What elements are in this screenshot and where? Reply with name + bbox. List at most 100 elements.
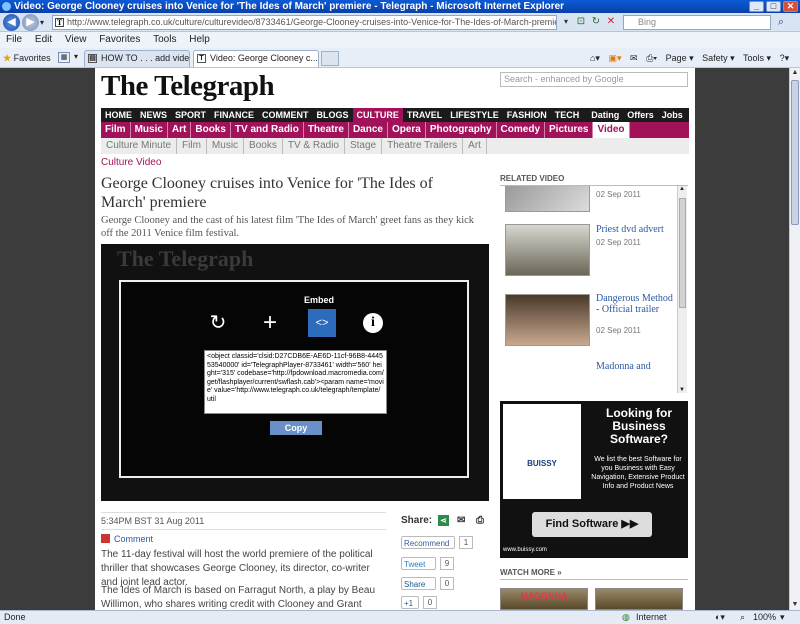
share-icon[interactable]: ⋖ [438,515,449,526]
facebook-recommend-button[interactable]: Recommend [401,536,455,549]
related-title[interactable]: Priest dvd advert [596,224,676,235]
related-scrollbar[interactable]: ▲ ▼ [677,186,687,393]
menu-favorites[interactable]: Favorites [99,32,140,48]
telegraph-logo[interactable]: The Telegraph [101,70,275,103]
subnav-culture-minute[interactable]: Culture Minute [101,138,178,154]
subnav-art[interactable]: Art [463,138,487,154]
add-icon[interactable]: + [255,309,285,337]
browser-search-input[interactable]: Bing [623,15,771,30]
related-title[interactable]: Dangerous Method - Official trailer [596,293,676,315]
linkedin-share-button[interactable]: Share [401,577,436,590]
menu-tools[interactable]: Tools [153,32,176,48]
maximize-button[interactable]: □ [766,1,781,12]
tab-how-to[interactable]: ▤ HOW TO . . . add videos to ... [84,50,190,67]
command-tools[interactable]: Tools ▾ [743,53,771,63]
advertisement[interactable]: BUISSY Looking for Business Software? We… [500,401,688,558]
email-icon[interactable]: ✉ [457,515,465,526]
stop-icon[interactable]: ✕ [605,16,617,28]
home-icon[interactable]: ⌂▾ [590,53,600,63]
info-icon[interactable]: i [363,313,383,333]
secnav-tv-and-radio[interactable]: TV and Radio [231,122,304,138]
forward-button[interactable]: ▶ [22,14,39,31]
help-icon[interactable]: ?▾ [780,53,790,63]
favorites-button[interactable]: ★ Favorites [3,51,51,65]
subnav-music[interactable]: Music [207,138,245,154]
tweet-button[interactable]: Tweet [401,557,436,570]
watch-more-thumbnail[interactable] [595,588,683,610]
secnav-pictures[interactable]: Pictures [545,122,594,138]
scroll-down-icon[interactable]: ▼ [790,600,800,610]
minimize-button[interactable]: _ [749,1,764,12]
comment-link[interactable]: Comment [101,534,153,544]
tab-list-dropdown[interactable]: ▾ [74,52,78,61]
article-kicker[interactable]: Culture Video [101,157,161,168]
compatibility-icon[interactable]: ⊡ [575,16,587,28]
secnav-dance[interactable]: Dance [349,122,388,138]
menu-file[interactable]: File [6,32,22,48]
watch-more-thumbnail[interactable]: MADONNA [500,588,588,610]
secnav-film[interactable]: Film [101,122,131,138]
browser-scrollbar[interactable]: ▲ ▼ [789,68,800,610]
related-title[interactable]: Madonna and [596,361,676,372]
secnav-theatre[interactable]: Theatre [304,122,349,138]
zoom-dropdown[interactable]: ▾ [780,611,785,624]
zoom-icon[interactable]: ⌕ [740,611,745,624]
secnav-art[interactable]: Art [168,122,192,138]
secnav-photography[interactable]: Photography [426,122,497,138]
browser-scroll-thumb[interactable] [791,80,799,225]
command-page[interactable]: Page ▾ [666,53,694,63]
quick-tabs-icon[interactable]: ▦ [58,52,70,63]
secnav-books[interactable]: Books [191,122,231,138]
secnav-video[interactable]: Video [593,122,630,138]
nav-tech[interactable]: TECH [551,108,584,122]
print-icon[interactable]: ⎙ [476,515,484,526]
print-icon[interactable]: ⎙▾ [646,53,657,63]
subnav-books[interactable]: Books [244,138,283,154]
scroll-down-icon[interactable]: ▼ [679,387,685,393]
scroll-up-icon[interactable]: ▲ [790,68,800,78]
new-tab-button[interactable] [321,51,339,66]
subnav-theatre-trailers[interactable]: Theatre Trailers [382,138,464,154]
menu-edit[interactable]: Edit [35,32,52,48]
secnav-opera[interactable]: Opera [388,122,426,138]
subnav-tv-radio[interactable]: TV & Radio [283,138,345,154]
zoom-level[interactable]: 100% [753,611,776,624]
nav-comment[interactable]: COMMENT [258,108,313,122]
menu-help[interactable]: Help [189,32,210,48]
copy-button[interactable]: Copy [270,421,322,435]
feeds-icon[interactable]: ▣▾ [608,53,621,63]
subnav-film[interactable]: Film [177,138,207,154]
nav-dating[interactable]: Dating [587,108,623,122]
nav-offers[interactable]: Offers [623,108,658,122]
related-scroll-thumb[interactable] [679,198,686,308]
replay-icon[interactable]: ↻ [203,309,233,337]
url-field[interactable]: T http://www.telegraph.co.uk/culture/cul… [52,15,557,30]
back-button[interactable]: ◀ [3,14,20,31]
subnav-stage[interactable]: Stage [345,138,383,154]
nav-fashion[interactable]: FASHION [503,108,551,122]
related-thumbnail[interactable] [505,224,590,276]
video-player[interactable]: The Telegraph Embed ↻ + <> i <object cla… [101,244,489,501]
search-icon[interactable]: ⌕ [773,15,789,30]
nav-home[interactable]: HOME [101,108,136,122]
site-search-input[interactable]: Search - enhanced by Google [500,72,688,87]
nav-lifestyle[interactable]: LIFESTYLE [446,108,503,122]
related-thumbnail[interactable] [505,294,590,346]
watch-more-header[interactable]: WATCH MORE » [500,568,688,580]
command-safety[interactable]: Safety ▾ [702,53,735,63]
scroll-up-icon[interactable]: ▲ [679,186,685,192]
url-dropdown-icon[interactable]: ▾ [560,16,572,28]
tab-video[interactable]: T Video: George Clooney c... [193,50,319,67]
nav-news[interactable]: NEWS [136,108,171,122]
close-window-button[interactable]: ✕ [783,1,798,12]
related-thumbnail[interactable] [505,186,590,212]
nav-blogs[interactable]: BLOGS [313,108,353,122]
plusone-button[interactable]: +1 [401,596,419,609]
embed-icon[interactable]: <> [308,309,336,337]
find-software-button[interactable]: Find Software ▶▶ [532,512,652,537]
secnav-music[interactable]: Music [131,122,168,138]
embed-code-textarea[interactable]: <object classid='clsid:D27CDB6E-AE6D-11c… [204,350,387,414]
protected-mode-icon[interactable]: ◐▾ [715,611,725,624]
nav-sport[interactable]: SPORT [171,108,210,122]
nav-jobs[interactable]: Jobs [658,108,687,122]
